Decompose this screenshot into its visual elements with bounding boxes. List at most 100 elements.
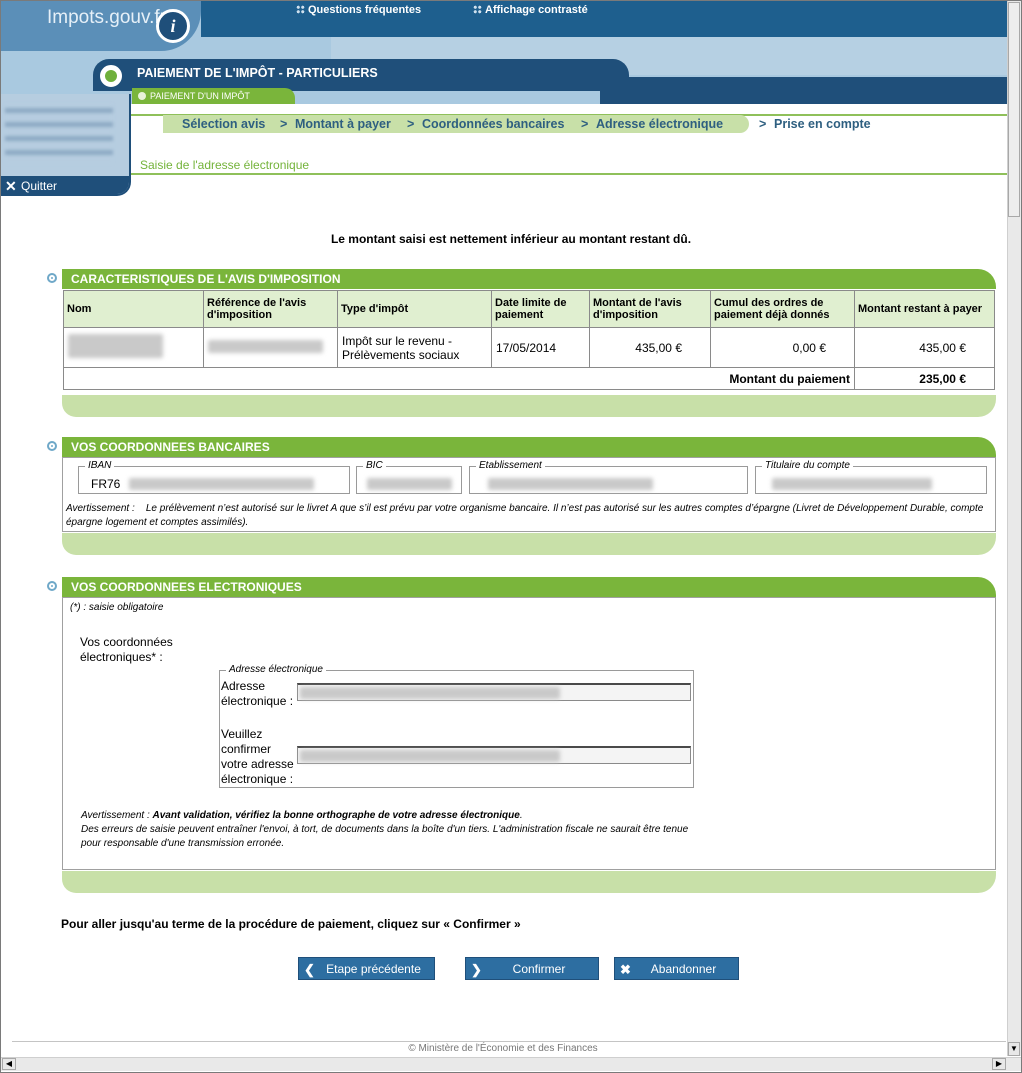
elec-label: Vos coordonnées électroniques* : (80, 635, 173, 665)
email-input[interactable] (297, 683, 691, 701)
total-value: 235,00 € (854, 367, 995, 390)
dots-icon (473, 5, 482, 14)
scroll-left-icon[interactable]: ◀ (2, 1058, 16, 1070)
bullet-icon (138, 92, 146, 100)
cell-nom (63, 327, 204, 368)
type-line: Impôt sur le revenu - (342, 333, 453, 348)
fieldset-legend: Adresse électronique (226, 664, 326, 675)
breadcrumb-step-1: Sélection avis (182, 117, 266, 131)
confirm-button[interactable]: ❯ Confirmer (465, 957, 599, 980)
section-footer (62, 871, 996, 893)
label-line: Vos coordonnées (80, 635, 173, 649)
warning-label: Avertissement : (81, 810, 150, 821)
redacted-text (129, 478, 314, 490)
contrast-link[interactable]: Affichage contrasté (473, 4, 588, 16)
iban-field: IBAN FR76 (78, 460, 350, 494)
redacted-text (300, 750, 560, 762)
close-icon: ✕ (5, 178, 17, 194)
section-footer (62, 533, 996, 555)
redacted-text (300, 687, 560, 699)
redacted-text (208, 339, 323, 353)
iban-label: IBAN (85, 460, 115, 471)
warning-notice: Le montant saisi est nettement inférieur… (330, 232, 692, 246)
divider (131, 173, 1007, 175)
cell-montant: 435,00 € (589, 327, 711, 368)
globe-icon (97, 62, 125, 90)
titulaire-field: Titulaire du compte (755, 460, 987, 494)
quit-label: Quitter (21, 179, 58, 193)
column-header: Nom (63, 290, 204, 328)
title-bar-extension (600, 77, 1007, 104)
total-label: Montant du paiement (63, 367, 855, 390)
page-title: PAIEMENT DE L'IMPÔT - PARTICULIERS (137, 66, 378, 80)
section-bullet-icon (47, 581, 57, 591)
breadcrumb-sep: > (280, 117, 288, 131)
total-row: Montant du paiement 235,00 € (63, 367, 995, 390)
bic-field: BIC (356, 460, 462, 494)
email-warning: Avertissement : Avant validation, vérifi… (81, 810, 689, 849)
section-header-elec: VOS COORDONNEES ELECTRONIQUES (62, 577, 996, 597)
button-label: Abandonner (650, 962, 717, 976)
redacted-text (367, 478, 452, 490)
info-icon: i (156, 9, 190, 43)
etablissement-label: Etablissement (476, 460, 545, 471)
redacted-text (68, 334, 163, 358)
column-header: Référence de l'avis d'imposition (203, 290, 338, 328)
section-footer (62, 395, 996, 417)
breadcrumb-step-2: Montant à payer (295, 117, 391, 131)
column-header: Cumul des ordres de paiement déjà donnés (710, 290, 855, 328)
section-header-bank: VOS COORDONNEES BANCAIRES (62, 437, 996, 457)
button-label: Confirmer (512, 962, 566, 976)
site-logo[interactable]: Impots.gouv.fr (47, 7, 166, 29)
instructions: Pour aller jusqu'au terme de la procédur… (61, 917, 521, 931)
etablissement-field: Etablissement (469, 460, 748, 494)
button-label: Etape précédente (326, 962, 421, 976)
warning-text: Le prélèvement n’est autorisé sur le liv… (66, 503, 984, 528)
footer-copyright: © Ministère de l'Économie et des Finance… (408, 1043, 598, 1054)
user-info-redacted (5, 104, 113, 164)
dots-icon (296, 5, 305, 14)
cell-cumul: 0,00 € (710, 327, 855, 368)
column-header: Type d'impôt (337, 290, 492, 328)
column-header: Montant de l'avis d'imposition (589, 290, 711, 328)
breadcrumb-sep: > (581, 117, 589, 131)
warning-bold: Avant validation, vérifiez la bonne orth… (152, 810, 520, 821)
vertical-scroll-thumb[interactable] (1008, 2, 1020, 217)
section-header-avis: CARACTERISTIQUES DE L'AVIS D'IMPOSITION (62, 269, 996, 289)
scroll-right-icon[interactable]: ▶ (992, 1058, 1006, 1070)
warning-text: Des erreurs de saisie peuvent entraîner … (81, 824, 689, 849)
email-confirm-input[interactable] (297, 746, 691, 764)
subtab-paiement[interactable]: PAIEMENT D'UN IMPÔT (132, 88, 295, 104)
previous-step-button[interactable]: ❮ Etape précédente (298, 957, 435, 980)
cell-type: Impôt sur le revenu - Prélèvements sociau… (337, 327, 492, 368)
subtab-label: PAIEMENT D'UN IMPÔT (150, 91, 250, 101)
label-line: électronique : (221, 694, 294, 708)
warning-label: Avertissement : (66, 503, 135, 514)
redacted-text (488, 478, 653, 490)
breadcrumb-step-3: Coordonnées bancaires (422, 117, 565, 131)
section-bullet-icon (47, 441, 57, 451)
horizontal-scrollbar[interactable] (1, 1057, 1021, 1071)
current-page-label: Saisie de l'adresse électronique (140, 158, 310, 172)
faq-link[interactable]: Questions fréquentes (296, 4, 421, 16)
breadcrumb-step-5: Prise en compte (774, 117, 871, 131)
breadcrumb-sep: > (759, 117, 767, 131)
user-panel: ✕ Quitter (1, 94, 131, 196)
faq-label: Questions fréquentes (308, 4, 422, 16)
quit-button[interactable]: ✕ Quitter (1, 176, 129, 194)
label-line: Veuillez (221, 727, 263, 741)
bank-warning: Avertissement : Le prélèvement n’est aut… (66, 502, 992, 530)
cell-date: 17/05/2014 (491, 327, 590, 368)
cell-reference (203, 327, 338, 368)
breadcrumb-step-4: Adresse électronique (596, 117, 724, 131)
email-confirm-label: Veuillez confirmer votre adresse électro… (221, 727, 294, 787)
contrast-label: Affichage contrasté (485, 4, 588, 16)
label-line: Adresse (221, 679, 266, 693)
label-line: votre adresse (221, 757, 294, 771)
cancel-button[interactable]: ✖ Abandonner (614, 957, 739, 980)
breadcrumb-sep: > (407, 117, 415, 131)
avis-table: Nom Référence de l'avis d'imposition Typ… (63, 290, 995, 390)
footer-divider (12, 1041, 1006, 1042)
table-header-row: Nom Référence de l'avis d'imposition Typ… (63, 290, 995, 328)
scroll-down-icon[interactable]: ▼ (1008, 1042, 1020, 1056)
